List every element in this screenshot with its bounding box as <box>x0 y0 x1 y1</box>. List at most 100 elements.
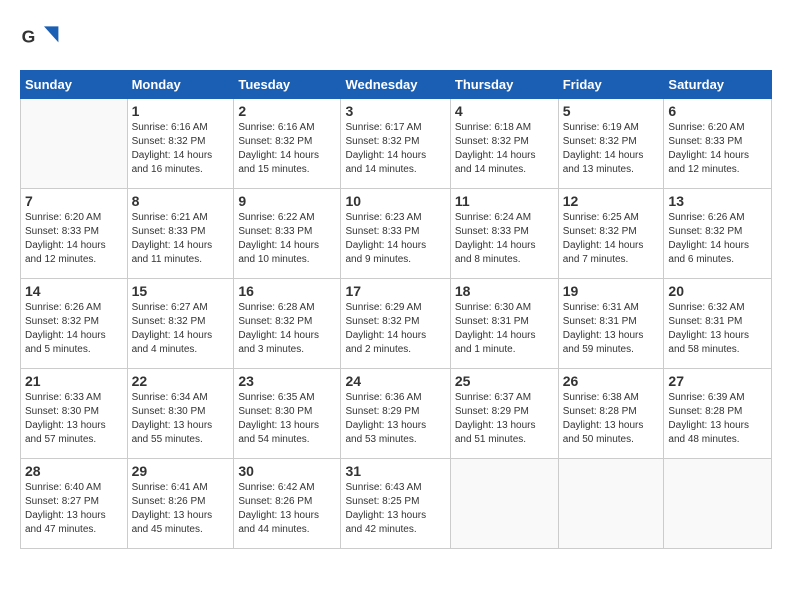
day-info: Sunrise: 6:32 AM Sunset: 8:31 PM Dayligh… <box>668 301 767 357</box>
day-info: Sunrise: 6:41 AM Sunset: 8:26 PM Dayligh… <box>132 481 230 537</box>
day-number: 25 <box>455 373 554 389</box>
day-info: Sunrise: 6:20 AM Sunset: 8:33 PM Dayligh… <box>668 121 767 177</box>
calendar-week-1: 1Sunrise: 6:16 AM Sunset: 8:32 PM Daylig… <box>21 99 772 189</box>
day-number: 19 <box>563 283 660 299</box>
day-number: 26 <box>563 373 660 389</box>
day-number: 14 <box>25 283 123 299</box>
day-info: Sunrise: 6:22 AM Sunset: 8:33 PM Dayligh… <box>238 211 336 267</box>
day-info: Sunrise: 6:26 AM Sunset: 8:32 PM Dayligh… <box>668 211 767 267</box>
calendar-cell: 14 Sunrise: 6:26 AM Sunset: 8:32 PM Dayli… <box>21 279 128 369</box>
calendar-cell: 20 Sunrise: 6:32 AM Sunset: 8:31 PM Dayli… <box>664 279 772 369</box>
calendar-cell: 31 Sunrise: 6:43 AM Sunset: 8:25 PM Dayli… <box>341 459 450 549</box>
calendar-cell: 7 Sunrise: 6:20 AM Sunset: 8:33 PM Daylig… <box>21 189 128 279</box>
calendar-cell: 4 Sunrise: 6:18 AM Sunset: 8:32 PM Daylig… <box>450 99 558 189</box>
calendar-cell: 30 Sunrise: 6:42 AM Sunset: 8:26 PM Dayli… <box>234 459 341 549</box>
calendar-cell: 8 Sunrise: 6:21 AM Sunset: 8:33 PM Daylig… <box>127 189 234 279</box>
day-info: Sunrise: 6:33 AM Sunset: 8:30 PM Dayligh… <box>25 391 123 447</box>
day-info: Sunrise: 6:25 AM Sunset: 8:32 PM Dayligh… <box>563 211 660 267</box>
day-number: 27 <box>668 373 767 389</box>
day-number: 10 <box>345 193 445 209</box>
day-info: Sunrise: 6:43 AM Sunset: 8:25 PM Dayligh… <box>345 481 445 537</box>
calendar-cell: 17 Sunrise: 6:29 AM Sunset: 8:32 PM Dayli… <box>341 279 450 369</box>
weekday-header-thursday: Thursday <box>450 71 558 99</box>
weekday-header-wednesday: Wednesday <box>341 71 450 99</box>
day-info: Sunrise: 6:24 AM Sunset: 8:33 PM Dayligh… <box>455 211 554 267</box>
day-number: 2 <box>238 103 336 119</box>
calendar-cell: 6 Sunrise: 6:20 AM Sunset: 8:33 PM Daylig… <box>664 99 772 189</box>
calendar-cell: 16 Sunrise: 6:28 AM Sunset: 8:32 PM Dayli… <box>234 279 341 369</box>
day-number: 12 <box>563 193 660 209</box>
calendar-cell: 22Sunrise: 6:34 AM Sunset: 8:30 PM Dayli… <box>127 369 234 459</box>
day-info: Sunrise: 6:35 AM Sunset: 8:30 PM Dayligh… <box>238 391 336 447</box>
day-number: 8 <box>132 193 230 209</box>
weekday-header-monday: Monday <box>127 71 234 99</box>
day-number: 17 <box>345 283 445 299</box>
day-info: Sunrise: 6:23 AM Sunset: 8:33 PM Dayligh… <box>345 211 445 267</box>
calendar-cell: 9 Sunrise: 6:22 AM Sunset: 8:33 PM Daylig… <box>234 189 341 279</box>
day-number: 9 <box>238 193 336 209</box>
calendar-cell <box>21 99 128 189</box>
calendar-cell: 10 Sunrise: 6:23 AM Sunset: 8:33 PM Dayli… <box>341 189 450 279</box>
day-number: 22 <box>132 373 230 389</box>
day-number: 7 <box>25 193 123 209</box>
calendar-cell: 1Sunrise: 6:16 AM Sunset: 8:32 PM Daylig… <box>127 99 234 189</box>
logo-icon: G <box>20 20 60 60</box>
day-number: 5 <box>563 103 660 119</box>
calendar-cell: 15Sunrise: 6:27 AM Sunset: 8:32 PM Dayli… <box>127 279 234 369</box>
day-number: 31 <box>345 463 445 479</box>
day-info: Sunrise: 6:42 AM Sunset: 8:26 PM Dayligh… <box>238 481 336 537</box>
day-info: Sunrise: 6:17 AM Sunset: 8:32 PM Dayligh… <box>345 121 445 177</box>
day-info: Sunrise: 6:21 AM Sunset: 8:33 PM Dayligh… <box>132 211 230 267</box>
day-info: Sunrise: 6:28 AM Sunset: 8:32 PM Dayligh… <box>238 301 336 357</box>
day-number: 13 <box>668 193 767 209</box>
day-info: Sunrise: 6:38 AM Sunset: 8:28 PM Dayligh… <box>563 391 660 447</box>
day-number: 4 <box>455 103 554 119</box>
calendar-cell: 26 Sunrise: 6:38 AM Sunset: 8:28 PM Dayli… <box>558 369 664 459</box>
calendar-cell: 3 Sunrise: 6:17 AM Sunset: 8:32 PM Daylig… <box>341 99 450 189</box>
calendar-cell <box>558 459 664 549</box>
calendar-week-4: 21 Sunrise: 6:33 AM Sunset: 8:30 PM Dayli… <box>21 369 772 459</box>
day-number: 21 <box>25 373 123 389</box>
day-number: 20 <box>668 283 767 299</box>
calendar-cell: 24 Sunrise: 6:36 AM Sunset: 8:29 PM Dayli… <box>341 369 450 459</box>
day-info: Sunrise: 6:40 AM Sunset: 8:27 PM Dayligh… <box>25 481 123 537</box>
calendar-cell <box>450 459 558 549</box>
day-info: Sunrise: 6:20 AM Sunset: 8:33 PM Dayligh… <box>25 211 123 267</box>
day-info: Sunrise: 6:31 AM Sunset: 8:31 PM Dayligh… <box>563 301 660 357</box>
day-number: 6 <box>668 103 767 119</box>
calendar-cell: 27 Sunrise: 6:39 AM Sunset: 8:28 PM Dayli… <box>664 369 772 459</box>
weekday-header-tuesday: Tuesday <box>234 71 341 99</box>
day-info: Sunrise: 6:16 AM Sunset: 8:32 PM Dayligh… <box>132 121 230 177</box>
calendar-cell: 29Sunrise: 6:41 AM Sunset: 8:26 PM Dayli… <box>127 459 234 549</box>
day-number: 11 <box>455 193 554 209</box>
calendar-cell: 23 Sunrise: 6:35 AM Sunset: 8:30 PM Dayli… <box>234 369 341 459</box>
day-info: Sunrise: 6:26 AM Sunset: 8:32 PM Dayligh… <box>25 301 123 357</box>
calendar-cell: 21 Sunrise: 6:33 AM Sunset: 8:30 PM Dayli… <box>21 369 128 459</box>
day-info: Sunrise: 6:30 AM Sunset: 8:31 PM Dayligh… <box>455 301 554 357</box>
weekday-header-sunday: Sunday <box>21 71 128 99</box>
logo: G <box>20 20 62 60</box>
weekday-header-friday: Friday <box>558 71 664 99</box>
weekday-header-saturday: Saturday <box>664 71 772 99</box>
day-info: Sunrise: 6:36 AM Sunset: 8:29 PM Dayligh… <box>345 391 445 447</box>
calendar-week-5: 28 Sunrise: 6:40 AM Sunset: 8:27 PM Dayli… <box>21 459 772 549</box>
calendar-cell: 2Sunrise: 6:16 AM Sunset: 8:32 PM Daylig… <box>234 99 341 189</box>
calendar-cell: 25Sunrise: 6:37 AM Sunset: 8:29 PM Dayli… <box>450 369 558 459</box>
day-number: 30 <box>238 463 336 479</box>
svg-text:G: G <box>22 26 36 46</box>
day-number: 3 <box>345 103 445 119</box>
calendar-cell: 12 Sunrise: 6:25 AM Sunset: 8:32 PM Dayli… <box>558 189 664 279</box>
day-number: 23 <box>238 373 336 389</box>
page-header: G <box>20 20 772 60</box>
day-info: Sunrise: 6:29 AM Sunset: 8:32 PM Dayligh… <box>345 301 445 357</box>
day-info: Sunrise: 6:27 AM Sunset: 8:32 PM Dayligh… <box>132 301 230 357</box>
day-info: Sunrise: 6:39 AM Sunset: 8:28 PM Dayligh… <box>668 391 767 447</box>
day-number: 24 <box>345 373 445 389</box>
calendar-week-2: 7 Sunrise: 6:20 AM Sunset: 8:33 PM Daylig… <box>21 189 772 279</box>
day-info: Sunrise: 6:18 AM Sunset: 8:32 PM Dayligh… <box>455 121 554 177</box>
day-number: 16 <box>238 283 336 299</box>
day-number: 28 <box>25 463 123 479</box>
calendar-cell: 18Sunrise: 6:30 AM Sunset: 8:31 PM Dayli… <box>450 279 558 369</box>
calendar-week-3: 14 Sunrise: 6:26 AM Sunset: 8:32 PM Dayli… <box>21 279 772 369</box>
calendar-cell: 28 Sunrise: 6:40 AM Sunset: 8:27 PM Dayli… <box>21 459 128 549</box>
